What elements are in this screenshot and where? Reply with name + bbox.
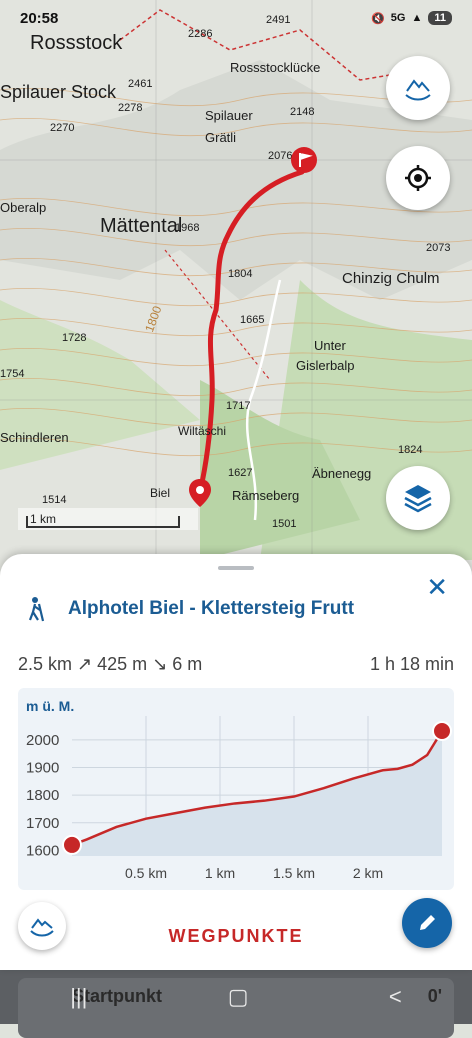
signal-icon: ▲: [411, 12, 423, 24]
map-label: 1824: [398, 444, 423, 456]
map-label: 2076: [268, 150, 293, 162]
map-label: 2278: [118, 102, 143, 114]
route-title-row: Alphotel Biel - Klettersteig Frutt: [24, 596, 404, 622]
map-label: Spilauer Stock: [0, 82, 117, 102]
pencil-icon: [420, 915, 435, 930]
profile-area: [72, 730, 442, 856]
back-icon[interactable]: <: [389, 984, 402, 1010]
x-tick-label: 0.5 km: [125, 865, 167, 881]
map-label: 2148: [290, 106, 315, 118]
duration: 1 h 18 min: [369, 654, 454, 674]
map-label: 1728: [62, 332, 87, 344]
clock: 20:58: [20, 9, 59, 27]
scale-bar: 1 km: [18, 508, 198, 530]
map-label: Unter: [314, 338, 346, 353]
map-layers-button[interactable]: [386, 466, 450, 530]
mountain-rotate-icon: [405, 79, 431, 101]
map-label: 2270: [50, 122, 75, 134]
map-label: 1665: [240, 314, 265, 326]
start-marker[interactable]: [188, 478, 212, 508]
close-button[interactable]: ✕: [426, 574, 448, 600]
hiker-icon: [28, 597, 45, 622]
status-bar: 20:58 🔇 5G ▲ 11: [0, 0, 472, 36]
map-label: 1627: [228, 467, 253, 479]
map-label: 1501: [272, 518, 297, 530]
battery-icon: 11: [428, 11, 452, 25]
map-label: Grätli: [205, 130, 237, 145]
map-label: Wiltäschi: [178, 424, 227, 438]
map-label: 2073: [426, 242, 451, 254]
map-label: Schindleren: [0, 430, 69, 445]
map-label: Chinzig Chulm: [342, 270, 440, 287]
elevation-profile: 0.5 km 1 km 1.5 km 2 km 1600 1700 1800 1900 2000: [26, 716, 452, 881]
map-label: Gislerbalp: [296, 358, 355, 373]
map-label: Biel: [150, 486, 171, 500]
network-label: 5G: [390, 12, 406, 24]
map-label: 1754: [0, 368, 25, 380]
locate-me-button[interactable]: [386, 146, 450, 210]
y-tick-label: 2000: [26, 732, 59, 749]
y-tick-label: 1800: [26, 787, 59, 804]
descent: ↘ 6 m: [152, 654, 203, 674]
home-icon[interactable]: ▢: [228, 984, 249, 1010]
route-title: Alphotel Biel - Klettersteig Frutt: [68, 598, 355, 619]
profile-end-marker: [432, 720, 452, 741]
chart-ylabel: m ü. M.: [26, 698, 75, 714]
mute-icon: 🔇: [371, 12, 385, 25]
recents-icon[interactable]: |||: [70, 984, 87, 1010]
edit-button[interactable]: [402, 898, 452, 948]
x-tick-label: 1.5 km: [273, 865, 315, 881]
crosshair-icon: [405, 165, 431, 191]
map-label: 1514: [42, 494, 67, 506]
x-tick-label: 2 km: [353, 865, 383, 881]
map-label: Oberalp: [0, 200, 47, 215]
y-tick-label: 1700: [26, 815, 59, 832]
map-label: Äbnenegg: [312, 466, 372, 481]
ascent: ↗ 425 m: [77, 654, 148, 674]
route-sheet: ✕ Alphotel Biel - Klettersteig Frutt 2.5…: [0, 554, 472, 970]
map-label: 2461: [128, 78, 153, 90]
y-tick-label: 1900: [26, 759, 59, 776]
map-label: Rämseberg: [232, 488, 300, 503]
profile-start-marker: [62, 834, 82, 855]
system-nav-bar: ||| ▢ <: [0, 970, 472, 1024]
distance: 2.5 km: [18, 654, 73, 674]
waypoints-tab[interactable]: WEGPUNKTE: [0, 926, 472, 947]
y-tick-label: 1600: [26, 842, 59, 859]
elevation-chart[interactable]: m ü. M. 0.5 km 1 km 1.5 km 2 km 1600 1700 1800…: [18, 688, 454, 890]
rotate-3d-button[interactable]: [386, 56, 450, 120]
map-label: Spilauer: [205, 108, 253, 123]
map-label: Mättental: [100, 215, 183, 237]
map-label: 1717: [226, 400, 251, 412]
scale-label: 1 km: [30, 512, 57, 526]
drag-handle[interactable]: [218, 566, 254, 570]
map-label: 1804: [228, 268, 253, 280]
map-label: Rossstocklücke: [230, 60, 321, 75]
layers-icon: [404, 485, 432, 513]
x-tick-label: 1 km: [205, 865, 235, 881]
finish-marker[interactable]: [290, 146, 318, 174]
route-stats: 2.5 km ↗ 425 m ↘ 6 m 1 h 18 min: [18, 654, 454, 675]
